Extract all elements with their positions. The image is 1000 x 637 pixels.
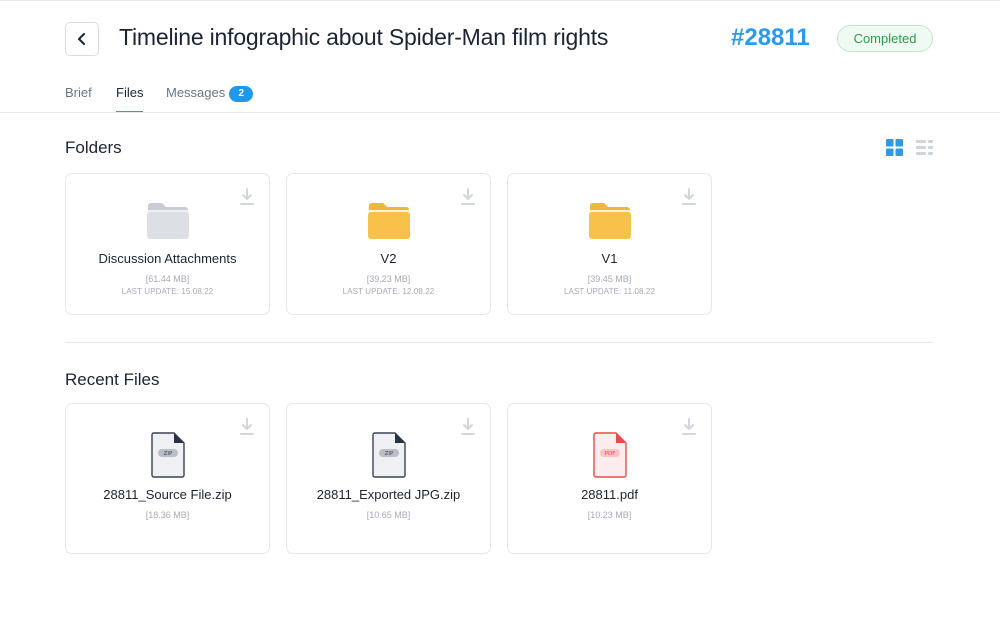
file-name: 28811_Exported JPG.zip	[316, 487, 461, 502]
tab-brief[interactable]: Brief	[65, 85, 92, 113]
folder-name: V2	[380, 251, 397, 266]
folder-last-update: LAST UPDATE: 12.08.22	[342, 287, 435, 296]
folder-name: V1	[601, 251, 618, 266]
folders-heading: Folders	[65, 138, 122, 157]
top-border	[0, 0, 1000, 1]
file-card[interactable]: ZIP 28811_Exported JPG.zip [10.65 MB]	[286, 403, 491, 554]
folder-card[interactable]: V1 [39.45 MB] LAST UPDATE: 11.08.22	[507, 173, 712, 315]
folder-last-update: LAST UPDATE: 11.08.22	[563, 287, 656, 296]
folder-name: Discussion Attachments	[98, 251, 237, 266]
tab-brief-label: Brief	[65, 85, 92, 100]
order-id: #28811	[731, 24, 810, 51]
tab-messages[interactable]: Messages 2	[166, 85, 254, 113]
zip-file-icon: ZIP	[371, 432, 406, 478]
recent-files-heading: Recent Files	[65, 370, 160, 389]
svg-text:ZIP: ZIP	[163, 451, 172, 457]
section-divider	[65, 342, 933, 343]
file-size: [10.65 MB]	[366, 510, 411, 520]
tab-messages-label: Messages	[166, 85, 226, 100]
tabs-divider	[0, 112, 1000, 113]
file-card[interactable]: ZIP 28811_Source File.zip [18.36 MB]	[65, 403, 270, 554]
file-card[interactable]: PDF 28811.pdf [10.23 MB]	[507, 403, 712, 554]
download-icon[interactable]	[239, 188, 255, 206]
download-icon[interactable]	[239, 418, 255, 436]
download-icon[interactable]	[460, 188, 476, 206]
download-icon[interactable]	[460, 418, 476, 436]
file-size: [18.36 MB]	[145, 510, 190, 520]
status-badge: Completed	[837, 25, 933, 52]
zip-file-icon: ZIP	[150, 432, 185, 478]
grid-view-icon[interactable]	[886, 139, 903, 156]
folder-size: [39.45 MB]	[587, 274, 632, 284]
list-view-icon[interactable]	[916, 139, 933, 156]
folder-size: [61.44 MB]	[145, 274, 190, 284]
tab-files-label: Files	[116, 85, 144, 100]
pdf-file-icon: PDF	[592, 432, 627, 478]
folder-icon	[367, 203, 410, 239]
back-button[interactable]	[65, 22, 99, 56]
folder-icon	[588, 203, 631, 239]
messages-count-badge: 2	[229, 85, 254, 102]
download-icon[interactable]	[681, 418, 697, 436]
chevron-left-icon	[78, 33, 85, 45]
folder-card[interactable]: Discussion Attachments [61.44 MB] LAST U…	[65, 173, 270, 315]
download-icon[interactable]	[681, 188, 697, 206]
tab-files[interactable]: Files	[116, 85, 144, 113]
svg-text:ZIP: ZIP	[384, 451, 393, 457]
file-size: [10.23 MB]	[587, 510, 632, 520]
folder-last-update: LAST UPDATE: 15.08.22	[121, 287, 214, 296]
folder-card[interactable]: V2 [39.23 MB] LAST UPDATE: 12.08.22	[286, 173, 491, 315]
svg-text:PDF: PDF	[604, 451, 615, 457]
folder-size: [39.23 MB]	[366, 274, 411, 284]
folder-icon	[146, 203, 189, 239]
file-name: 28811_Source File.zip	[103, 487, 232, 502]
page-title: Timeline infographic about Spider-Man fi…	[119, 24, 609, 50]
file-name: 28811.pdf	[581, 487, 638, 502]
view-toggle	[886, 139, 934, 156]
